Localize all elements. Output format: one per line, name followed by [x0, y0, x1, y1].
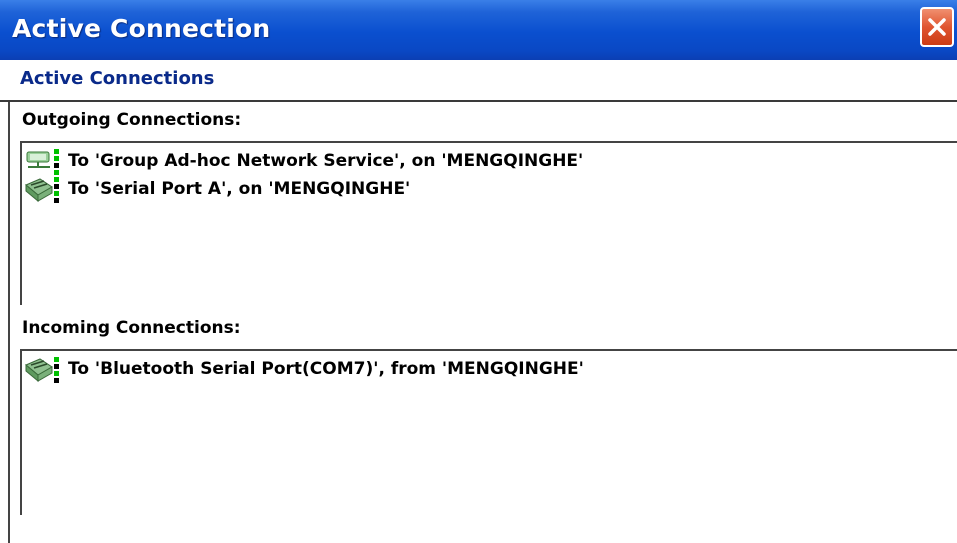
- outer-left-border: [8, 102, 10, 543]
- list-item-outgoing-serial-port-a[interactable]: To 'Serial Port A', on 'MENGQINGHE': [24, 175, 410, 203]
- header-section: Active Connections: [0, 60, 957, 102]
- window-title: Active Connection: [12, 14, 271, 43]
- list-item-label: To 'Serial Port A', on 'MENGQINGHE': [68, 179, 411, 199]
- page-title: Active Connections: [20, 68, 215, 89]
- list-item-outgoing-group-adhoc[interactable]: To 'Group Ad-hoc Network Service', on 'M…: [24, 147, 583, 175]
- incoming-connections-list[interactable]: To 'Bluetooth Serial Port(COM7)', from '…: [20, 349, 957, 515]
- incoming-connections-label: Incoming Connections:: [22, 318, 241, 338]
- close-icon: [928, 18, 946, 36]
- title-bar[interactable]: Active Connection: [0, 0, 957, 60]
- list-item-label: To 'Group Ad-hoc Network Service', on 'M…: [68, 151, 584, 171]
- serial-port-icon: [25, 357, 59, 383]
- active-connection-window: Active Connection Active Connections Out…: [0, 0, 957, 543]
- network-connection-icon: [26, 149, 59, 175]
- serial-port-icon: [25, 177, 59, 203]
- close-button[interactable]: [920, 7, 954, 47]
- outgoing-connections-list[interactable]: To 'Group Ad-hoc Network Service', on 'M…: [20, 141, 957, 305]
- list-item-incoming-bluetooth-serial[interactable]: To 'Bluetooth Serial Port(COM7)', from '…: [24, 355, 584, 383]
- outgoing-connections-label: Outgoing Connections:: [22, 110, 242, 130]
- list-item-label: To 'Bluetooth Serial Port(COM7)', from '…: [68, 359, 584, 379]
